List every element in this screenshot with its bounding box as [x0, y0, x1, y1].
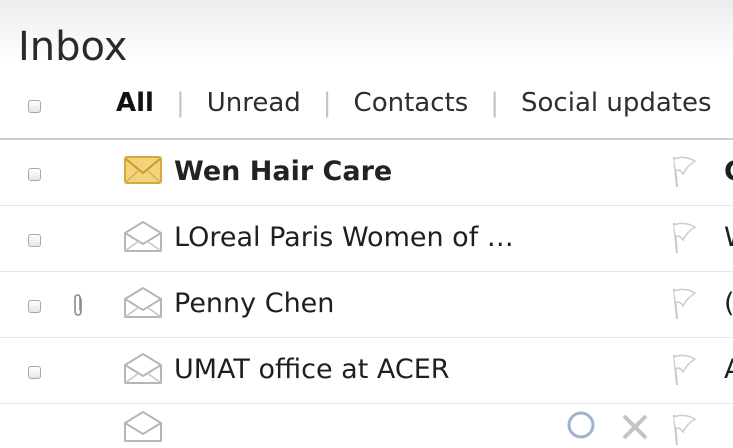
- message-subject: A: [724, 352, 733, 388]
- flag-icon[interactable]: [668, 220, 698, 256]
- message-sender: LOreal Paris Women of …: [174, 222, 514, 253]
- message-checkbox[interactable]: [28, 234, 41, 247]
- message-sender: UMAT office at ACER: [174, 354, 450, 385]
- envelope-open-icon: [124, 353, 162, 384]
- message-sender: Penny Chen: [174, 288, 335, 319]
- filter-tab-contacts[interactable]: Contacts: [354, 86, 469, 120]
- page-title: Inbox: [18, 23, 128, 70]
- filter-separator: |: [175, 88, 185, 118]
- filter-tab-social-updates[interactable]: Social updates: [521, 86, 712, 120]
- select-all-checkbox[interactable]: [28, 100, 41, 113]
- delete-icon[interactable]: [620, 412, 650, 442]
- filter-tab-unread[interactable]: Unread: [207, 86, 301, 120]
- flag-icon[interactable]: [668, 154, 698, 190]
- envelope-open-icon: [124, 411, 162, 442]
- message-sender: Wen Hair Care: [174, 156, 393, 187]
- envelope-open-icon: [124, 287, 162, 318]
- message-row[interactable]: Wen Hair Care C: [0, 140, 733, 206]
- filter-tab-all[interactable]: All: [116, 86, 154, 120]
- message-row[interactable]: LOreal Paris Women of … W: [0, 206, 733, 272]
- message-row[interactable]: Penny Chen (: [0, 272, 733, 338]
- filter-separator: |: [490, 88, 500, 118]
- flag-icon[interactable]: [668, 286, 698, 322]
- filter-bar: All | Unread | Contacts | Social updates: [0, 80, 733, 138]
- refresh-icon[interactable]: [566, 410, 596, 440]
- message-checkbox[interactable]: [28, 168, 41, 181]
- filter-tabs: All | Unread | Contacts | Social updates: [116, 86, 712, 120]
- message-row[interactable]: [0, 404, 733, 446]
- message-subject: C: [724, 154, 733, 190]
- message-subject: W: [724, 220, 733, 256]
- flag-icon[interactable]: [668, 352, 698, 388]
- filter-separator: |: [322, 88, 332, 118]
- message-checkbox[interactable]: [28, 366, 41, 379]
- paperclip-icon: [74, 294, 82, 316]
- envelope-closed-icon: [124, 156, 162, 184]
- flag-icon[interactable]: [668, 412, 698, 448]
- envelope-open-icon: [124, 221, 162, 252]
- message-checkbox[interactable]: [28, 300, 41, 313]
- message-row[interactable]: UMAT office at ACER A: [0, 338, 733, 404]
- message-subject: (: [724, 286, 733, 322]
